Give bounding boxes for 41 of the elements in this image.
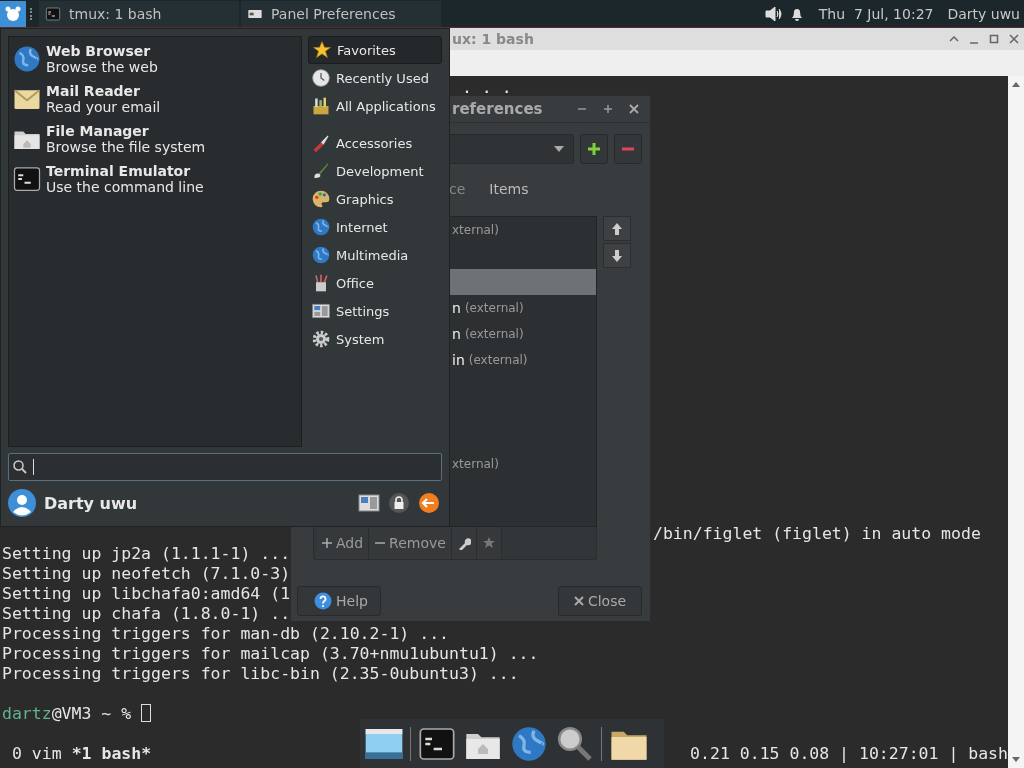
terminal-line: Processing triggers for man-db (2.10.2-1) ... — [2, 624, 450, 643]
category-label: Development — [336, 163, 424, 179]
prompt-user: dartz — [2, 704, 52, 723]
tmux-status-text: 0.21 0.15 0.08 | 10:27:01 | bash — [690, 744, 1008, 764]
item-name: n — [452, 300, 461, 316]
item-note: (external) — [464, 327, 524, 341]
window-title: references — [452, 100, 544, 118]
app-description: Use the command line — [46, 179, 204, 195]
terminal-line: /bin/figlet (figlet) in auto mode — [653, 524, 981, 543]
category-label: System — [336, 331, 385, 347]
terminal-line: Setting up libchafa0:amd64 (1 — [2, 584, 291, 603]
app-description: Browse the web — [46, 59, 158, 75]
category-label: Office — [336, 275, 374, 291]
item-name: in — [452, 352, 465, 368]
terminal-line: Setting up neofetch (7.1.0-3) — [2, 564, 291, 583]
item-name: n — [452, 326, 461, 342]
category-label: Favorites — [337, 42, 396, 58]
item-note: (external) — [464, 301, 524, 315]
category-label: Settings — [336, 303, 390, 319]
terminal-line: Setting up jp2a (1.1.1-1) ... — [2, 544, 291, 563]
category-label: All Applications — [336, 98, 436, 114]
app-title: Mail Reader — [46, 83, 141, 99]
item-note: (external) — [468, 353, 528, 367]
category-label: Accessories — [336, 135, 413, 151]
app-title: File Manager — [46, 123, 150, 139]
category-label: Internet — [336, 219, 388, 235]
category-label: Graphics — [336, 191, 394, 207]
app-description: Read your email — [46, 99, 161, 115]
terminal-line: Processing triggers for libc-bin (2.35-0ubuntu3) ... — [2, 664, 519, 683]
terminal-line: Setting up chafa (1.8.0-1) .. — [2, 604, 291, 623]
terminal-line: Processing triggers for mailcap (3.70+nmu1ubuntu1) ... — [2, 644, 539, 663]
user-name: Darty uwu — [44, 493, 139, 513]
app-title: Terminal Emulator — [46, 163, 192, 179]
app-title: Web Browser — [46, 43, 152, 59]
item-note: xternal) — [452, 457, 499, 471]
category-label: Recently Used — [336, 70, 429, 86]
app-description: Browse the file system — [46, 139, 206, 155]
window-title: ux: 1 bash — [452, 31, 534, 47]
category-label: Multimedia — [336, 247, 409, 263]
prompt-text: @VM3 ~ % — [51, 704, 132, 723]
terminal-line: . . . — [462, 78, 512, 97]
